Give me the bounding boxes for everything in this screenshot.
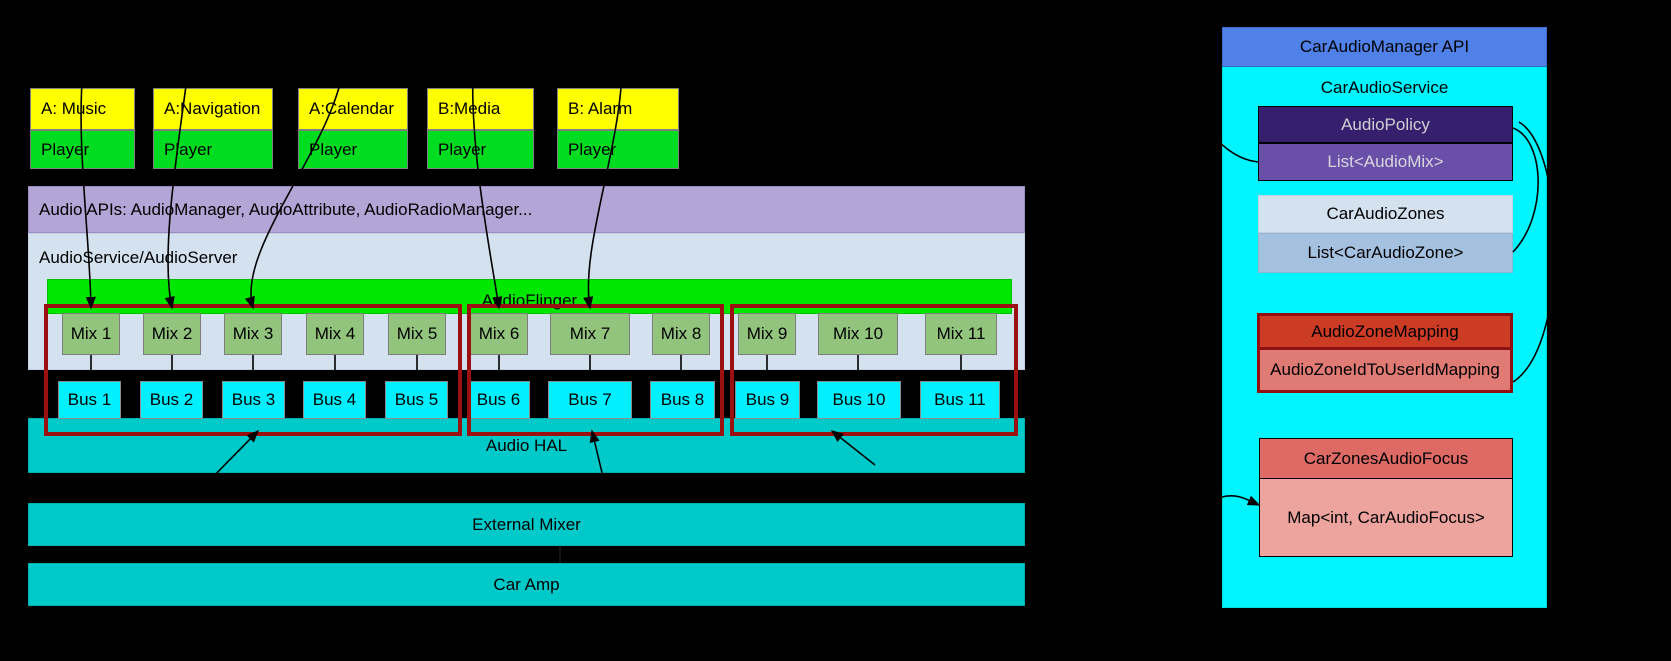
app-title-3: B:Media: [427, 88, 534, 130]
app-player-2: Player: [298, 130, 408, 169]
audio-mix-list-box: List<AudioMix>: [1258, 143, 1513, 181]
app-title-1: A:Navigation: [153, 88, 273, 130]
audio-zone-3-outline: [730, 304, 1018, 436]
app-player-3: Player: [427, 130, 534, 169]
audio-apis-layer: Audio APIs: AudioManager, AudioAttribute…: [28, 186, 1025, 233]
audio-zone-id-to-user-id-box: AudioZoneIdToUserIdMapping: [1257, 350, 1513, 393]
audio-zone-2-outline: [467, 304, 724, 436]
audio-policy-box: AudioPolicy: [1258, 106, 1513, 143]
car-audio-service-title: CarAudioService: [1320, 78, 1449, 97]
app-title-2: A:Calendar: [298, 88, 408, 130]
car-zones-audio-focus-box: CarZonesAudioFocus: [1259, 438, 1513, 479]
external-mixer-bar: External Mixer: [28, 503, 1025, 546]
audio-zone-mapping-box: AudioZoneMapping: [1257, 313, 1513, 350]
app-player-1: Player: [153, 130, 273, 169]
car-audio-zone-list-box: List<CarAudioZone>: [1258, 233, 1513, 273]
app-title-4: B: Alarm: [557, 88, 679, 130]
app-player-0: Player: [30, 130, 135, 169]
car-audio-focus-map-box: Map<int, CarAudioFocus>: [1259, 479, 1513, 557]
diagram-canvas: A: Music Player A:Navigation Player A:Ca…: [0, 0, 1671, 661]
app-title-0: A: Music: [30, 88, 135, 130]
car-amp-bar: Car Amp: [28, 563, 1025, 606]
car-audio-manager-api-header: CarAudioManager API: [1222, 27, 1547, 67]
app-player-4: Player: [557, 130, 679, 169]
car-audio-zones-box: CarAudioZones: [1258, 195, 1513, 233]
audio-zone-1-outline: [44, 304, 462, 436]
